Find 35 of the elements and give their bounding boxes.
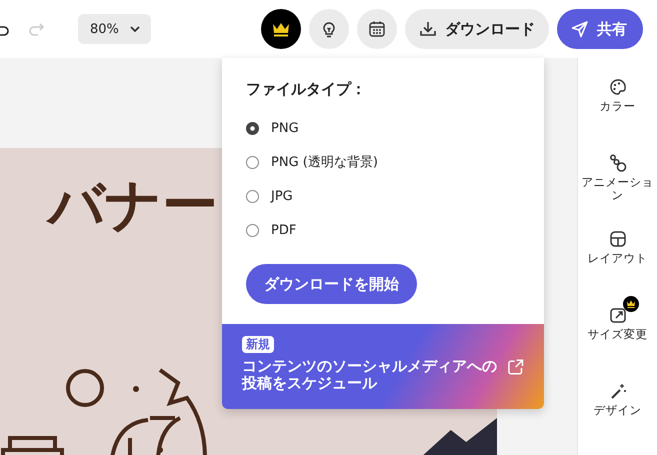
external-link-icon [506, 358, 524, 376]
radio-button[interactable] [246, 156, 259, 168]
send-icon [571, 20, 589, 38]
lightbulb-button[interactable] [309, 9, 349, 49]
premium-button[interactable] [261, 9, 301, 49]
download-button[interactable]: ダウンロード [405, 9, 549, 49]
radio-button[interactable] [246, 122, 259, 134]
share-button[interactable]: 共有 [557, 9, 643, 49]
option-label: JPG [271, 188, 293, 204]
palette-icon [608, 78, 626, 96]
layout-icon [608, 230, 626, 248]
calendar-button[interactable] [357, 9, 397, 49]
promo-text: コンテンツのソーシャルメディアへの投稿をスケジュール [242, 358, 498, 391]
sidebar-item[interactable]: カラー [580, 68, 656, 144]
option-label: PNG [271, 120, 299, 136]
sidebar-item[interactable]: アニメーション [580, 144, 656, 220]
zoom-dropdown[interactable]: 80% [78, 14, 151, 44]
sidebar-item[interactable]: サイズ変更 [580, 296, 656, 372]
radio-button[interactable] [246, 190, 259, 202]
banner-title: バナー [48, 178, 218, 234]
chevron-down-icon [129, 25, 141, 33]
sidebar-item[interactable]: レイアウト [580, 220, 656, 296]
promo-banner[interactable]: 新規 コンテンツのソーシャルメディアへの投稿をスケジュール [222, 324, 544, 409]
file-type-heading: ファイルタイプ： [246, 80, 367, 99]
magic-wand-icon [608, 382, 626, 400]
calendar-icon [368, 20, 386, 38]
resize-icon [608, 306, 626, 324]
sidebar-item[interactable]: デザイン [580, 372, 656, 448]
new-badge: 新規 [242, 336, 274, 353]
option-label: PNG (透明な背景) [271, 154, 378, 171]
radio-button[interactable] [246, 224, 259, 236]
circles-icon [608, 154, 626, 172]
option-label: PDF [271, 222, 296, 238]
download-icon [419, 20, 437, 38]
start-download-button[interactable]: ダウンロードを開始 [246, 264, 417, 304]
